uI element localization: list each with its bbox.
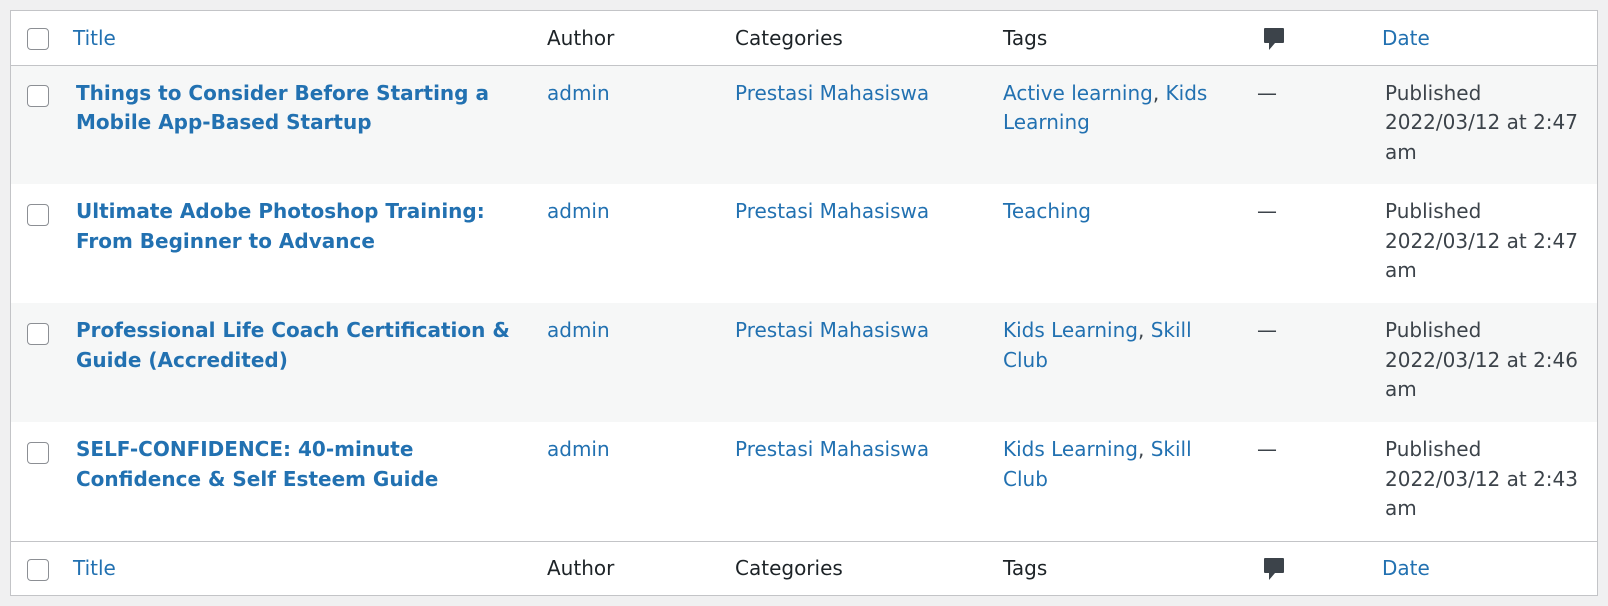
post-tags-cell: Kids Learning, Skill Club [993, 422, 1247, 541]
row-checkbox[interactable] [27, 85, 49, 107]
sort-by-date-link[interactable]: Date [1382, 26, 1430, 50]
select-all-cell-footer [11, 541, 63, 595]
column-comments-header [1247, 11, 1372, 65]
tag-link[interactable]: Kids Learning [1003, 318, 1138, 342]
post-date-value: 2022/03/12 at 2:43 am [1385, 466, 1578, 521]
post-date: Published 2022/03/12 at 2:43 am [1382, 435, 1587, 524]
post-tags-cell: Kids Learning, Skill Club [993, 303, 1247, 422]
post-title-cell: Professional Life Coach Certification & … [63, 303, 537, 422]
select-all-cell [11, 11, 63, 65]
table-row: Ultimate Adobe Photoshop Training: From … [11, 184, 1597, 303]
post-date-cell: Published 2022/03/12 at 2:47 am [1372, 184, 1597, 303]
tag-separator: , [1137, 437, 1151, 461]
author-link[interactable]: admin [547, 437, 610, 461]
post-date-value: 2022/03/12 at 2:47 am [1385, 228, 1578, 283]
column-tags-footer: Tags [1003, 556, 1048, 581]
tag-separator: , [1137, 318, 1151, 342]
column-title-footer: Title [63, 541, 537, 595]
post-category-cell: Prestasi Mahasiswa [725, 303, 993, 422]
tag-link[interactable]: Kids Learning [1003, 437, 1138, 461]
post-author-cell: admin [537, 422, 725, 541]
sort-by-date-link-footer[interactable]: Date [1382, 556, 1430, 580]
tag-separator: , [1152, 80, 1166, 105]
posts-table-container: Title Author Categories Tags Date Things… [10, 10, 1598, 596]
post-tags-cell: Active learning, Kids Learning [993, 65, 1247, 184]
row-select-cell [11, 65, 63, 184]
comment-bubble-icon [1264, 558, 1284, 580]
post-date-cell: Published 2022/03/12 at 2:47 am [1372, 65, 1597, 184]
post-title-cell: Ultimate Adobe Photoshop Training: From … [63, 184, 537, 303]
post-title-link[interactable]: Things to Consider Before Starting a Mob… [73, 79, 527, 138]
post-author-cell: admin [537, 303, 725, 422]
post-title-link[interactable]: Ultimate Adobe Photoshop Training: From … [73, 197, 527, 256]
row-checkbox[interactable] [27, 203, 49, 226]
sort-by-title-link-footer[interactable]: Title [73, 556, 116, 580]
post-date-cell: Published 2022/03/12 at 2:43 am [1372, 422, 1597, 541]
column-comments-footer [1247, 541, 1372, 595]
comment-bubble-icon [1264, 27, 1284, 50]
post-comments-cell: — [1247, 422, 1372, 541]
column-title-header: Title [63, 11, 537, 65]
comments-count: — [1257, 199, 1277, 223]
column-tags-header: Tags [1003, 25, 1048, 50]
row-select-cell [11, 184, 63, 303]
post-category-cell: Prestasi Mahasiswa [725, 422, 993, 541]
post-author-cell: admin [537, 65, 725, 184]
column-date-footer: Date [1372, 541, 1597, 595]
post-date: Published 2022/03/12 at 2:46 am [1382, 316, 1587, 405]
tag-link[interactable]: Active learning [1003, 81, 1153, 105]
post-status: Published [1385, 199, 1482, 223]
post-title-cell: SELF-CONFIDENCE: 40-minute Confidence & … [63, 422, 537, 541]
row-checkbox[interactable] [27, 441, 49, 464]
post-title-link[interactable]: SELF-CONFIDENCE: 40-minute Confidence & … [73, 435, 527, 494]
select-all-checkbox[interactable] [27, 28, 49, 50]
sort-by-title-link[interactable]: Title [73, 26, 116, 50]
column-categories-footer: Categories [735, 556, 843, 581]
column-author-header: Author [547, 25, 615, 50]
row-select-cell [11, 303, 63, 422]
post-date-value: 2022/03/12 at 2:46 am [1385, 347, 1578, 402]
post-status: Published [1385, 80, 1482, 105]
select-all-checkbox-footer[interactable] [27, 558, 49, 581]
comments-count: — [1257, 437, 1277, 461]
category-link[interactable]: Prestasi Mahasiswa [735, 437, 929, 461]
column-categories-header: Categories [735, 25, 843, 50]
post-comments-cell: — [1247, 303, 1372, 422]
table-header-row: Title Author Categories Tags Date [11, 11, 1597, 65]
table-row: SELF-CONFIDENCE: 40-minute Confidence & … [11, 422, 1597, 541]
comments-count: — [1257, 80, 1277, 105]
author-link[interactable]: admin [547, 318, 610, 342]
post-date: Published 2022/03/12 at 2:47 am [1382, 79, 1587, 168]
post-date-value: 2022/03/12 at 2:47 am [1385, 110, 1578, 164]
post-comments-cell: — [1247, 184, 1372, 303]
tag-link[interactable]: Teaching [1003, 199, 1091, 223]
posts-table: Title Author Categories Tags Date Things… [11, 11, 1597, 595]
category-link[interactable]: Prestasi Mahasiswa [735, 81, 929, 105]
post-tags-cell: Teaching [993, 184, 1247, 303]
author-link[interactable]: admin [547, 199, 610, 223]
table-footer-row: Title Author Categories Tags Date [11, 541, 1597, 595]
post-comments-cell: — [1247, 65, 1372, 184]
table-row: Things to Consider Before Starting a Mob… [11, 65, 1597, 184]
post-title-link[interactable]: Professional Life Coach Certification & … [73, 316, 527, 375]
post-author-cell: admin [537, 184, 725, 303]
post-category-cell: Prestasi Mahasiswa [725, 65, 993, 184]
post-status: Published [1385, 318, 1482, 342]
post-title-cell: Things to Consider Before Starting a Mob… [63, 65, 537, 184]
row-select-cell [11, 422, 63, 541]
post-category-cell: Prestasi Mahasiswa [725, 184, 993, 303]
category-link[interactable]: Prestasi Mahasiswa [735, 199, 929, 223]
column-date-header: Date [1372, 11, 1597, 65]
column-author-footer: Author [547, 556, 615, 581]
row-checkbox[interactable] [27, 322, 49, 345]
post-date: Published 2022/03/12 at 2:47 am [1382, 197, 1587, 286]
table-row: Professional Life Coach Certification & … [11, 303, 1597, 422]
author-link[interactable]: admin [547, 81, 610, 105]
category-link[interactable]: Prestasi Mahasiswa [735, 318, 929, 342]
comments-count: — [1257, 318, 1277, 342]
post-date-cell: Published 2022/03/12 at 2:46 am [1372, 303, 1597, 422]
post-status: Published [1385, 437, 1482, 461]
